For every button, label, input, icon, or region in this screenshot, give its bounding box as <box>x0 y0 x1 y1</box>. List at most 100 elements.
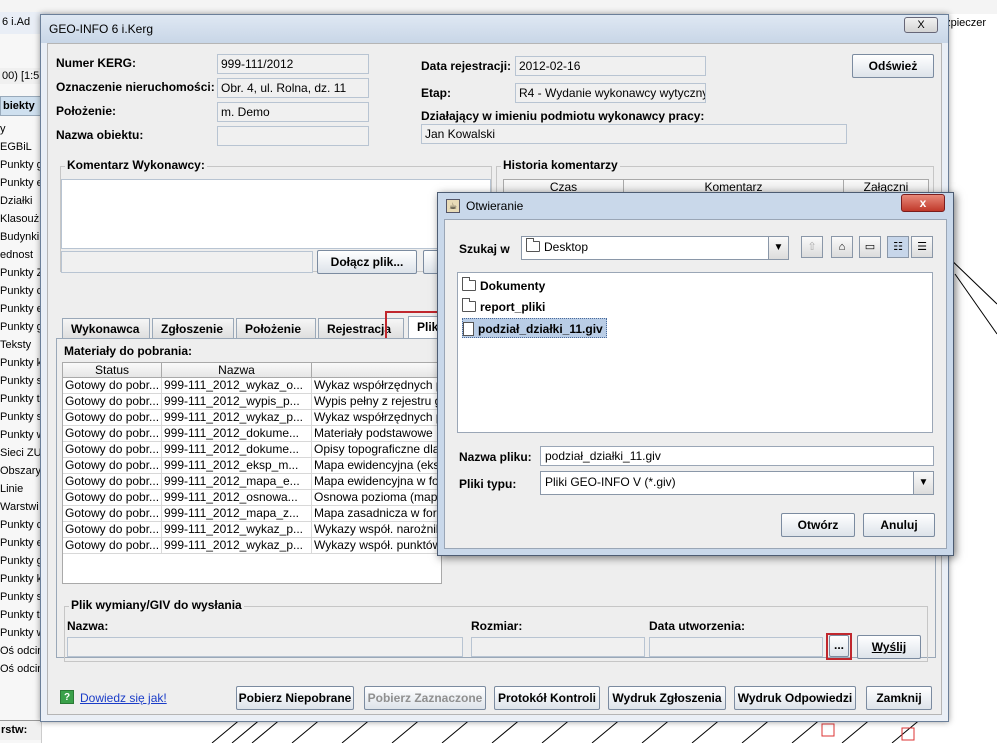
table-row[interactable]: Gotowy do pobr... 999-111_2012_eksp_m... M… <box>63 458 441 474</box>
layer-item[interactable]: Punkty g <box>0 552 41 570</box>
layer-item[interactable]: ednost <box>0 246 41 264</box>
wydruk-odpowiedzi-button[interactable]: Wydruk Odpowiedzi <box>734 686 856 710</box>
up-folder-icon[interactable]: ⇧ <box>801 236 823 258</box>
layer-item[interactable]: Punkty s <box>0 372 41 390</box>
layer-item[interactable]: Punkty Z <box>0 264 41 282</box>
oznaczenie-label: Oznaczenie nieruchomości: <box>56 80 215 94</box>
layer-item[interactable]: Budynki <box>0 228 41 246</box>
attach-file-button[interactable]: Dołącz plik... <box>317 250 417 274</box>
table-row[interactable]: Gotowy do pobr... 999-111_2012_mapa_z... M… <box>63 506 441 522</box>
oznaczenie-field[interactable]: Obr. 4, ul. Rolna, dz. 11 <box>217 78 369 98</box>
data-rejestracji-field[interactable]: 2012-02-16 <box>515 56 706 76</box>
numer-kerg-field[interactable]: 999-111/2012 <box>217 54 369 74</box>
layer-item[interactable]: Oś odcin <box>0 660 41 678</box>
table-row[interactable]: Gotowy do pobr... 999-111_2012_mapa_e... M… <box>63 474 441 490</box>
file-item-label: Dokumenty <box>480 279 546 293</box>
upload-rozmiar-field[interactable] <box>471 637 645 657</box>
help-link[interactable]: Dowiedz się jak! <box>80 691 167 705</box>
layer-item[interactable]: Punkty te <box>0 390 41 408</box>
layer-item[interactable]: Klasouż <box>0 210 41 228</box>
layer-item[interactable]: Punkty e <box>0 534 41 552</box>
chevron-down-icon[interactable]: ▼ <box>768 237 788 259</box>
file-item-dokumenty[interactable]: Dokumenty <box>462 276 548 296</box>
folder-icon <box>526 238 540 252</box>
table-cell: 999-111_2012_dokume... <box>162 442 312 457</box>
table-row[interactable]: Gotowy do pobr... 999-111_2012_dokume... M… <box>63 426 441 442</box>
layer-item[interactable]: Teksty <box>0 336 41 354</box>
odswiez-button[interactable]: Odśwież <box>852 54 934 78</box>
look-in-combo[interactable]: Desktop ▼ <box>521 236 789 260</box>
layer-item[interactable]: Punkty s <box>0 408 41 426</box>
layer-item[interactable]: Obszary <box>0 462 41 480</box>
protokol-kontroli-button[interactable]: Protokół Kontroli <box>494 686 600 710</box>
open-button[interactable]: Otwórz <box>781 513 855 537</box>
zamknij-button[interactable]: Zamknij <box>866 686 932 710</box>
layer-item[interactable]: Punkty e <box>0 300 41 318</box>
filename-input[interactable]: podział_działki_11.giv <box>540 446 934 466</box>
tab-polozenie[interactable]: Położenie <box>236 318 316 340</box>
layers-footer-label: rstw: <box>0 720 41 740</box>
layer-item[interactable]: Punkty c <box>0 516 41 534</box>
wydruk-zgloszenia-button[interactable]: Wydruk Zgłoszenia <box>608 686 726 710</box>
table-cell: Wypis pełny z rejestru g <box>314 394 439 409</box>
cancel-button[interactable]: Anuluj <box>863 513 935 537</box>
tab-wykonawca[interactable]: Wykonawca <box>62 318 150 340</box>
upload-nazwa-field[interactable] <box>67 637 463 657</box>
table-row[interactable]: Gotowy do pobr... 999-111_2012_osnowa... O… <box>63 490 441 506</box>
layer-item[interactable]: Punkty k <box>0 570 41 588</box>
table-cell: Wykazy współ. narożnik <box>314 522 439 537</box>
table-cell: 999-111_2012_wykaz_o... <box>162 378 312 393</box>
polozenie-field[interactable]: m. Demo <box>217 102 369 122</box>
file-item-podzial[interactable]: podział_działki_11.giv <box>462 318 607 338</box>
layer-item[interactable]: Działki <box>0 192 41 210</box>
list-view-icon[interactable]: ☷ <box>887 236 909 258</box>
table-cell: 999-111_2012_eksp_m... <box>162 458 312 473</box>
komentarz-textarea[interactable] <box>61 179 491 249</box>
layer-item[interactable]: Punkty k <box>0 354 41 372</box>
nazwa-obiektu-field[interactable] <box>217 126 369 146</box>
layer-item[interactable]: Punkty g <box>0 318 41 336</box>
layer-item[interactable]: Punkty c <box>0 282 41 300</box>
dzialajacy-field[interactable]: Jan Kowalski <box>421 124 847 144</box>
file-item-report-pliki[interactable]: report_pliki <box>462 297 548 317</box>
table-row[interactable]: Gotowy do pobr... 999-111_2012_wykaz_p...… <box>63 522 441 538</box>
upload-nazwa-label: Nazwa: <box>67 619 109 633</box>
layer-item[interactable]: Warstwi <box>0 498 41 516</box>
layer-item[interactable]: Punkty g <box>0 156 41 174</box>
tab-zgloszenie[interactable]: Zgłoszenie <box>152 318 234 340</box>
table-cell: 999-111_2012_dokume... <box>162 426 312 441</box>
chevron-down-icon[interactable]: ▼ <box>913 472 933 494</box>
upload-data-field[interactable] <box>649 637 823 657</box>
materials-col-status[interactable]: Status <box>63 363 162 377</box>
layer-item[interactable]: y <box>0 120 41 138</box>
table-row[interactable]: Gotowy do pobr... 999-111_2012_wykaz_p...… <box>63 410 441 426</box>
dialog-close-button[interactable]: x <box>901 194 945 212</box>
layer-item[interactable]: EGBiL <box>0 138 41 156</box>
home-icon[interactable]: ⌂ <box>831 236 853 258</box>
layer-item[interactable]: Sieci ZU <box>0 444 41 462</box>
table-row[interactable]: Gotowy do pobr... 999-111_2012_dokume... O… <box>63 442 441 458</box>
send-button[interactable]: Wyślij <box>857 635 921 659</box>
layer-item[interactable]: Punkty w <box>0 624 41 642</box>
materials-col-opis[interactable] <box>312 363 439 377</box>
scale-label: 00) [1:5 <box>0 68 41 84</box>
etap-field[interactable]: R4 - Wydanie wykonawcy wytycznyc <box>515 83 706 103</box>
materials-header: Status Nazwa <box>63 363 441 378</box>
table-row[interactable]: Gotowy do pobr... 999-111_2012_wykaz_p...… <box>63 538 441 554</box>
layer-item[interactable]: Linie <box>0 480 41 498</box>
filetype-combo[interactable]: Pliki GEO-INFO V (*.giv) ▼ <box>540 471 934 495</box>
window-close-button[interactable]: X <box>904 17 938 33</box>
pobierz-zaznaczone-button[interactable]: Pobierz Zaznaczone <box>364 686 486 710</box>
layer-item[interactable]: Punkty te <box>0 606 41 624</box>
materials-col-nazwa[interactable]: Nazwa <box>162 363 312 377</box>
layer-item[interactable]: Oś odcin <box>0 642 41 660</box>
layer-item[interactable]: Punkty w <box>0 426 41 444</box>
table-row[interactable]: Gotowy do pobr... 999-111_2012_wypis_p...… <box>63 394 441 410</box>
pobierz-niepobrane-button[interactable]: Pobierz Niepobrane <box>236 686 354 710</box>
new-folder-icon[interactable]: ▭ <box>859 236 881 258</box>
table-row[interactable]: Gotowy do pobr... 999-111_2012_wykaz_o...… <box>63 378 441 394</box>
layer-item[interactable]: Punkty e <box>0 174 41 192</box>
attachment-field[interactable] <box>61 251 313 273</box>
details-view-icon[interactable]: ☰ <box>911 236 933 258</box>
layer-item[interactable]: Punkty s <box>0 588 41 606</box>
